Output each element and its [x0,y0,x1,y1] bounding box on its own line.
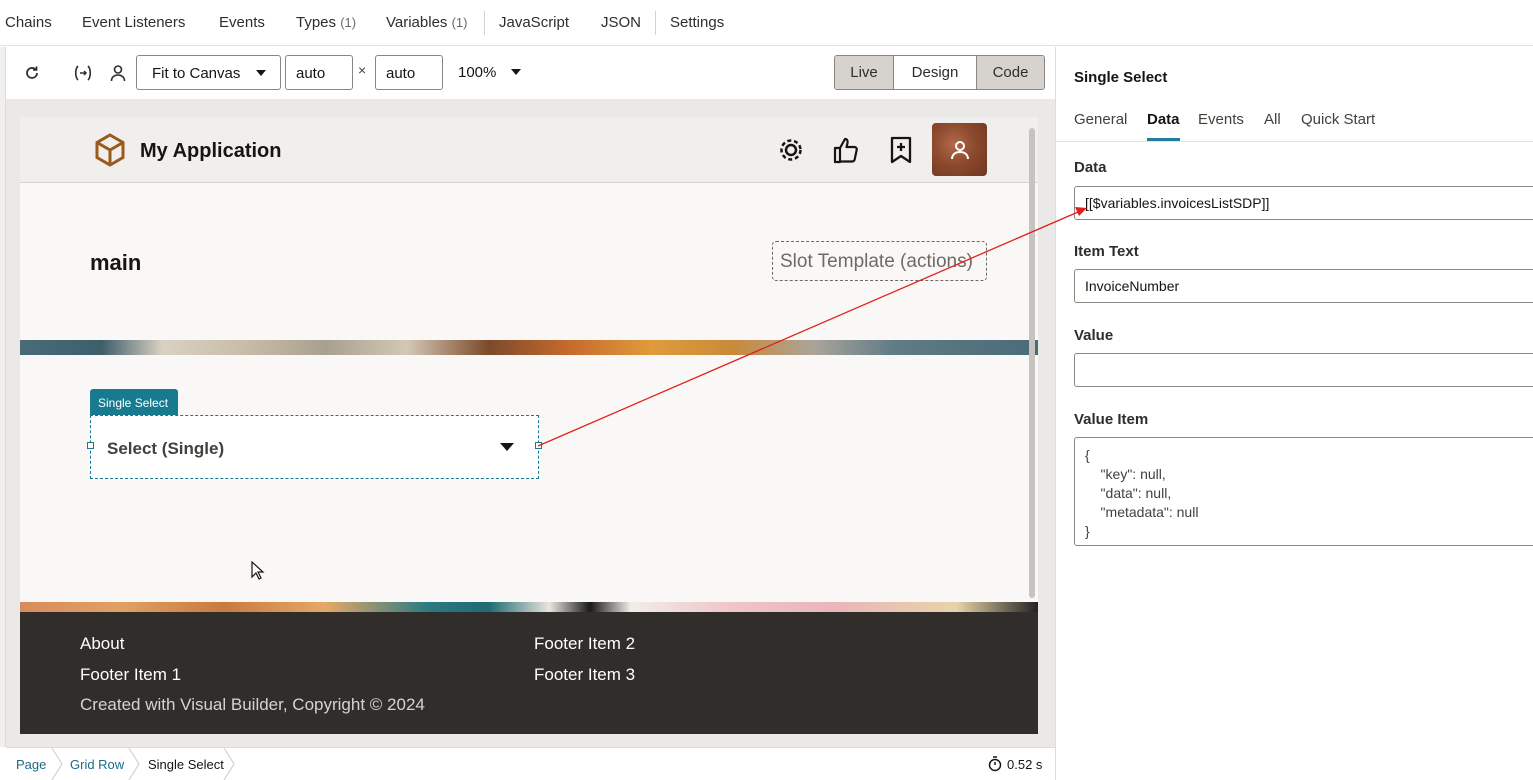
code-line: { [1085,447,1090,463]
footer-link-item-2[interactable]: Footer Item 2 [534,634,635,654]
canvas-width-input[interactable]: auto [285,55,353,90]
zoom-chevron-down-icon[interactable] [511,69,521,75]
live-mode-button[interactable]: Live [835,56,894,89]
breadcrumb-grid-row[interactable]: Grid Row [70,757,124,772]
panel-tab-data[interactable]: Data [1147,111,1180,128]
panel-tab-all[interactable]: All [1264,111,1281,128]
active-tab-indicator [1147,138,1180,141]
zoom-value: 100% [458,64,497,81]
canvas-scrollbar[interactable] [1029,128,1035,598]
resize-handle-left[interactable] [87,442,94,449]
tab-variables-count: (1) [451,15,468,30]
panel-tabs: General Data Events All Quick Start [1056,109,1533,142]
zoom-dropdown[interactable]: 100% [458,64,496,81]
thumbs-up-icon[interactable] [831,135,861,165]
tab-json[interactable]: JSON [601,14,641,31]
caret-down-icon[interactable] [500,443,514,451]
designer-toolbar: Fit to Canvas auto × auto 100% Live Desi… [6,47,1055,99]
stopwatch-icon [988,756,1002,772]
properties-panel: Single Select General Data Events All Qu… [1055,47,1533,780]
mouse-cursor-icon [251,561,265,580]
footer-link-item-3[interactable]: Footer Item 3 [534,665,635,685]
app-footer: About Footer Item 1 Footer Item 2 Footer… [20,612,1038,734]
tab-javascript[interactable]: JavaScript [499,14,569,31]
footer-copyright: Created with Visual Builder, Copyright ©… [80,695,425,714]
decorative-banner [20,602,1038,612]
breadcrumb-chevron-icon [223,748,235,780]
canvas-height-input[interactable]: auto [375,55,443,90]
value-label: Value [1074,327,1114,344]
tab-types-count: (1) [340,15,357,30]
fit-to-canvas-dropdown[interactable]: Fit to Canvas [136,55,281,90]
page-title: main [90,250,142,275]
app-header: My Application [20,117,1038,183]
view-mode-toggle: Live Design Code [834,55,1045,90]
breadcrumb: Page Grid Row Single Select 0.52 s [6,747,1055,780]
select-placeholder: Select (Single) [107,439,225,458]
tab-divider [655,11,656,35]
design-mode-button[interactable]: Design [894,56,977,89]
code-line: } [1085,523,1090,539]
app-title: My Application [140,140,282,162]
value-item-editor[interactable]: { "key": null, "data": null, "metadata":… [1074,437,1533,546]
data-label: Data [1074,159,1107,176]
footer-link-about[interactable]: About [80,634,124,654]
user-icon[interactable] [108,63,128,83]
tab-event-listeners[interactable]: Event Listeners [82,14,185,31]
expression-icon[interactable] [73,63,93,83]
code-line: "data": null, [1085,485,1172,501]
refresh-icon[interactable] [22,63,42,83]
bookmark-add-icon[interactable] [886,135,916,165]
code-mode-button[interactable]: Code [977,56,1044,89]
tab-variables[interactable]: Variables (1) [386,14,467,31]
breadcrumb-single-select[interactable]: Single Select [148,757,224,772]
tab-variables-label: Variables [386,14,448,31]
app-preview: My Application main Slot Template (actio… [20,117,1038,734]
panel-tab-events[interactable]: Events [1198,111,1244,128]
avatar-user-icon [950,140,969,159]
panel-tab-quick-start[interactable]: Quick Start [1301,111,1375,128]
tab-chains[interactable]: Chains [5,14,52,31]
value-item-label: Value Item [1074,411,1149,428]
item-text-field[interactable]: InvoiceNumber [1074,269,1533,303]
code-line: "key": null, [1085,466,1166,482]
dimension-separator: × [358,62,367,78]
fit-to-canvas-label: Fit to Canvas [152,65,241,82]
data-field[interactable]: [[$variables.invoicesListSDP]] [1074,186,1533,220]
breadcrumb-chevron-icon [128,748,140,780]
value-field[interactable] [1074,353,1533,387]
user-avatar[interactable] [932,123,987,176]
item-text-label: Item Text [1074,243,1139,260]
cube-logo-icon [92,132,128,173]
resize-handle-right[interactable] [535,442,542,449]
gear-icon[interactable] [776,135,806,165]
render-timer: 0.52 s [988,756,1042,772]
top-tab-bar: Chains Event Listeners Events Types (1) … [0,0,1533,46]
tab-divider [484,11,485,35]
panel-title: Single Select [1074,69,1168,86]
tab-types[interactable]: Types (1) [296,14,356,31]
panel-tab-general[interactable]: General [1074,111,1127,128]
tab-settings[interactable]: Settings [670,14,724,31]
breadcrumb-page[interactable]: Page [16,757,46,772]
slot-template-actions[interactable]: Slot Template (actions) [772,241,987,281]
component-badge: Single Select [90,389,178,415]
breadcrumb-chevron-icon [51,748,63,780]
tab-events[interactable]: Events [219,14,265,31]
code-line: "metadata": null [1085,504,1199,520]
single-select-component[interactable]: Select (Single) [90,415,539,479]
footer-link-item-1[interactable]: Footer Item 1 [80,665,181,685]
render-time-value: 0.52 s [1007,756,1043,772]
tab-types-label: Types [296,14,337,31]
decorative-banner [20,340,1038,355]
chevron-down-icon [256,70,266,76]
